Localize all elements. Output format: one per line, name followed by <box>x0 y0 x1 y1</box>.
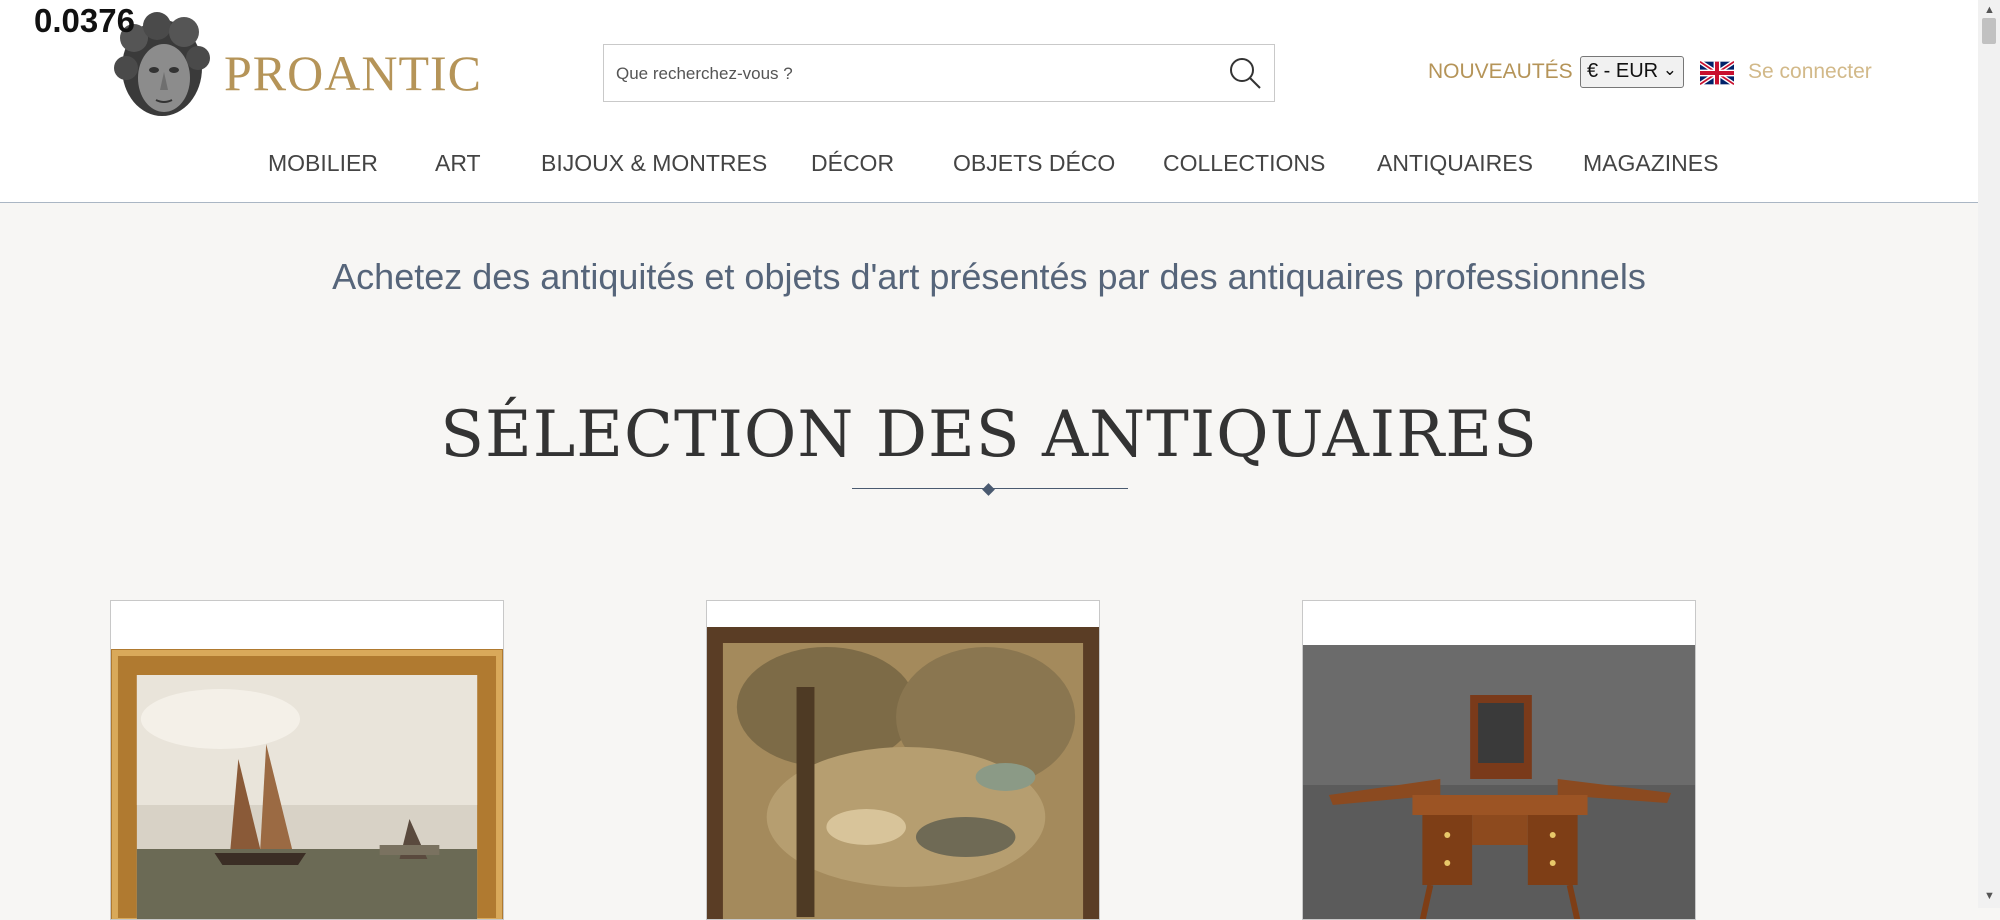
chevron-down-icon: ⌄ <box>1662 60 1677 79</box>
marine-painting-image <box>111 649 503 919</box>
search-input[interactable] <box>614 55 1198 93</box>
dressing-table-image <box>1303 645 1695 919</box>
nav-item-bijoux-montres[interactable]: BIJOUX & MONTRES <box>541 150 767 177</box>
currency-value: € - EUR <box>1587 60 1659 82</box>
nav-item-decor[interactable]: DÉCOR <box>811 150 894 177</box>
scroll-down-arrow-icon[interactable]: ▼ <box>1984 890 1995 902</box>
nav-item-mobilier[interactable]: MOBILIER <box>268 150 378 177</box>
site-header: 0.0376 PROANTIC NOUVEAUTÉS € - EUR ⌄ Se … <box>0 0 1978 203</box>
nouveautes-link[interactable]: NOUVEAUTÉS <box>1428 60 1573 84</box>
main-nav: MOBILIER ART BIJOUX & MONTRES DÉCOR OBJE… <box>0 150 1978 180</box>
uk-flag-icon[interactable] <box>1700 60 1734 86</box>
nav-item-magazines[interactable]: MAGAZINES <box>1583 150 1718 177</box>
title-divider-diamond <box>982 483 995 496</box>
nav-item-antiquaires[interactable]: ANTIQUAIRES <box>1377 150 1533 177</box>
search-icon[interactable] <box>1226 54 1264 92</box>
login-link[interactable]: Se connecter <box>1748 60 1872 84</box>
overlay-number: 0.0376 <box>34 2 135 39</box>
product-card-painting[interactable] <box>110 600 504 920</box>
section-title: SÉLECTION DES ANTIQUAIRES <box>440 398 1538 472</box>
nav-item-collections[interactable]: COLLECTIONS <box>1163 150 1325 177</box>
tapestry-image <box>707 627 1099 919</box>
product-card-tapestry[interactable] <box>706 600 1100 920</box>
logo-text[interactable]: PROANTIC <box>224 44 482 102</box>
product-card-dressing-table[interactable] <box>1302 600 1696 920</box>
scroll-thumb[interactable] <box>1982 18 1996 44</box>
nav-item-objets-deco[interactable]: OBJETS DÉCO <box>953 150 1115 177</box>
vertical-scrollbar[interactable]: ▲ ▼ <box>1978 0 2000 908</box>
search-box <box>603 44 1275 102</box>
tagline: Achetez des antiquités et objets d'art p… <box>332 256 1646 297</box>
nav-item-art[interactable]: ART <box>435 150 481 177</box>
currency-select[interactable]: € - EUR ⌄ <box>1580 56 1684 88</box>
scroll-up-arrow-icon[interactable]: ▲ <box>1984 4 1995 16</box>
